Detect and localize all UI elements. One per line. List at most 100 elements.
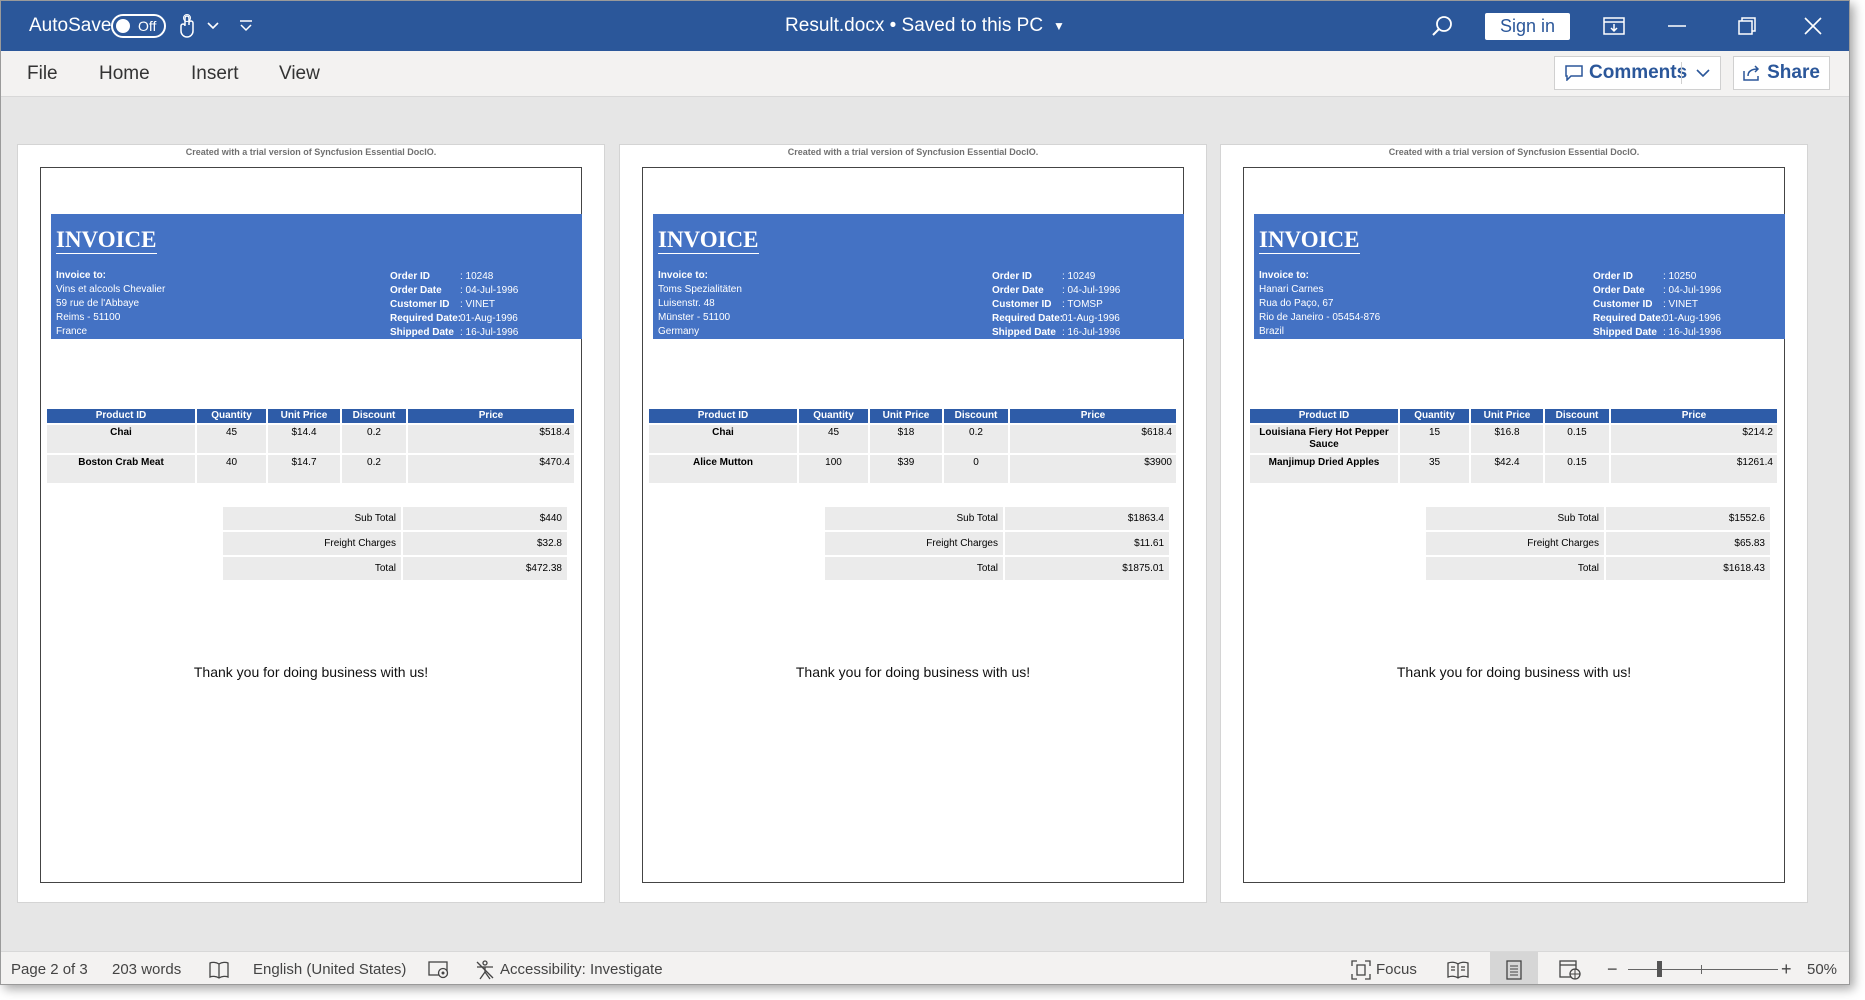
table-row: Manjimup Dried Apples 35 $42.4 0.15 $126… <box>1250 455 1777 483</box>
product-unit-price: $39 <box>870 455 942 483</box>
invoice-title: INVOICE <box>56 227 157 254</box>
freight-label: Freight Charges <box>825 532 1003 555</box>
order-id-label: Order ID <box>1593 271 1634 282</box>
sub-total-value: $1863.4 <box>1005 507 1169 530</box>
invoice-to-label: Invoice to: <box>1259 270 1310 281</box>
proofing-icon[interactable] <box>209 952 229 984</box>
restore-icon[interactable] <box>1738 1 1756 51</box>
required-date-label: Required Date: <box>390 313 462 324</box>
sub-total-value: $1552.6 <box>1606 507 1770 530</box>
customer-city: Rio de Janeiro - 05454-876 <box>1259 312 1381 323</box>
touch-mode-icon[interactable] <box>178 1 198 51</box>
read-mode-icon[interactable] <box>1434 952 1482 984</box>
tab-insert[interactable]: Insert <box>191 51 239 97</box>
page-count[interactable]: Page 2 of 3 <box>11 952 88 984</box>
invoice-to-label: Invoice to: <box>658 270 709 281</box>
product-price: $3900 <box>1010 455 1176 483</box>
autosave-toggle[interactable]: Off <box>111 1 166 51</box>
col-unit-price: Unit Price <box>1471 409 1543 423</box>
customer-id-value: : VINET <box>1663 299 1699 310</box>
customize-toolbar-icon[interactable] <box>239 1 253 51</box>
invoice-to: Invoice to: Toms Spezialitäten Luisenstr… <box>658 269 742 339</box>
table-header-row: Product ID Quantity Unit Price Discount … <box>47 409 574 423</box>
tab-view[interactable]: View <box>279 51 320 97</box>
order-id-value: : 10249 <box>1062 271 1096 282</box>
sign-in-button[interactable]: Sign in <box>1485 12 1571 40</box>
totals-table: Sub Total $1863.4 Freight Charges $11.61 T… <box>823 505 1171 582</box>
order-date-value: : 04-Jul-1996 <box>1062 285 1121 296</box>
product-unit-price: $14.7 <box>268 455 340 483</box>
required-date-label: Required Date: <box>992 313 1064 324</box>
document-page-3[interactable]: Created with a trial version of Syncfusi… <box>1220 144 1808 903</box>
required-date-value: 01-Aug-1996 <box>1663 313 1721 324</box>
focus-mode-button[interactable]: Focus <box>1351 952 1417 984</box>
print-layout-icon[interactable] <box>1490 952 1538 984</box>
product-qty: 15 <box>1400 425 1469 453</box>
col-quantity: Quantity <box>197 409 266 423</box>
minimize-icon[interactable] <box>1668 1 1686 51</box>
zoom-level[interactable]: 50% <box>1807 952 1837 984</box>
col-price: Price <box>408 409 574 423</box>
customer-id-value: : TOMSP <box>1062 299 1103 310</box>
share-label: Share <box>1767 62 1820 83</box>
web-layout-icon[interactable] <box>1546 952 1594 984</box>
share-button[interactable]: Share <box>1733 56 1830 90</box>
customer-id-label: Customer ID <box>992 299 1052 310</box>
customer-street: 59 rue de l'Abbaye <box>56 298 140 309</box>
document-page-1[interactable]: Created with a trial version of Syncfusi… <box>17 144 605 903</box>
product-price: $470.4 <box>408 455 574 483</box>
shipped-date-value: : 16-Jul-1996 <box>1062 327 1121 338</box>
zoom-out-button[interactable]: − <box>1607 952 1618 984</box>
accessibility-status[interactable]: Accessibility: Investigate <box>475 952 663 984</box>
touch-mode-chevron-icon[interactable] <box>207 1 219 51</box>
product-discount: 0.2 <box>944 425 1008 453</box>
table-row: Chai 45 $14.4 0.2 $518.4 <box>47 425 574 453</box>
zoom-in-button[interactable]: + <box>1781 952 1792 984</box>
zoom-slider-handle[interactable] <box>1657 961 1662 977</box>
product-qty: 35 <box>1400 455 1469 483</box>
product-qty: 40 <box>197 455 266 483</box>
zoom-slider-track[interactable] <box>1628 969 1778 970</box>
total-label: Total <box>825 557 1003 580</box>
invoice-to: Invoice to: Hanari Carnes Rua do Paço, 6… <box>1259 269 1380 339</box>
word-count[interactable]: 203 words <box>112 952 181 984</box>
comments-chevron-icon[interactable] <box>1696 65 1710 81</box>
totals-table: Sub Total $1552.6 Freight Charges $65.83 T… <box>1424 505 1772 582</box>
product-discount: 0 <box>944 455 1008 483</box>
order-info: Order ID: 10249 Order Date: 04-Jul-1996 … <box>992 270 1120 340</box>
display-settings-icon[interactable] <box>428 952 450 984</box>
comments-button[interactable]: Comments <box>1554 56 1721 90</box>
freight-value: $11.61 <box>1005 532 1169 555</box>
trial-watermark: Created with a trial version of Syncfusi… <box>1388 147 1640 157</box>
ribbon-display-options-icon[interactable] <box>1603 1 1625 51</box>
customer-city: Münster - 51100 <box>658 312 731 323</box>
autosave-state: Off <box>138 18 157 34</box>
col-price: Price <box>1010 409 1176 423</box>
invoice-to: Invoice to: Vins et alcools Chevalier 59… <box>56 269 165 339</box>
col-product-id: Product ID <box>1250 409 1398 423</box>
word-window: AutoSave Off Result.docx • Saved to this… <box>0 0 1850 985</box>
tab-file[interactable]: File <box>27 51 58 97</box>
invoice-to-label: Invoice to: <box>56 270 107 281</box>
title-dropdown-icon[interactable]: ▼ <box>1053 19 1065 33</box>
search-icon[interactable] <box>1431 1 1453 51</box>
table-header-row: Product ID Quantity Unit Price Discount … <box>1250 409 1777 423</box>
col-unit-price: Unit Price <box>870 409 942 423</box>
shipped-date-label: Shipped Date <box>992 327 1056 338</box>
required-date-value: 01-Aug-1996 <box>460 313 518 324</box>
total-value: $1618.43 <box>1606 557 1770 580</box>
document-title[interactable]: Result.docx • Saved to this PC <box>785 15 1043 37</box>
order-date-value: : 04-Jul-1996 <box>1663 285 1722 296</box>
product-unit-price: $42.4 <box>1471 455 1543 483</box>
freight-label: Freight Charges <box>1426 532 1604 555</box>
product-price: $1261.4 <box>1611 455 1777 483</box>
order-id-value: : 10250 <box>1663 271 1697 282</box>
total-label: Total <box>223 557 401 580</box>
product-name: Chai <box>649 425 797 453</box>
tab-home[interactable]: Home <box>99 51 150 97</box>
focus-label: Focus <box>1376 961 1417 978</box>
product-unit-price: $16.8 <box>1471 425 1543 453</box>
close-icon[interactable] <box>1804 1 1822 51</box>
language-indicator[interactable]: English (United States) <box>253 952 406 984</box>
document-page-2[interactable]: Created with a trial version of Syncfusi… <box>619 144 1207 903</box>
